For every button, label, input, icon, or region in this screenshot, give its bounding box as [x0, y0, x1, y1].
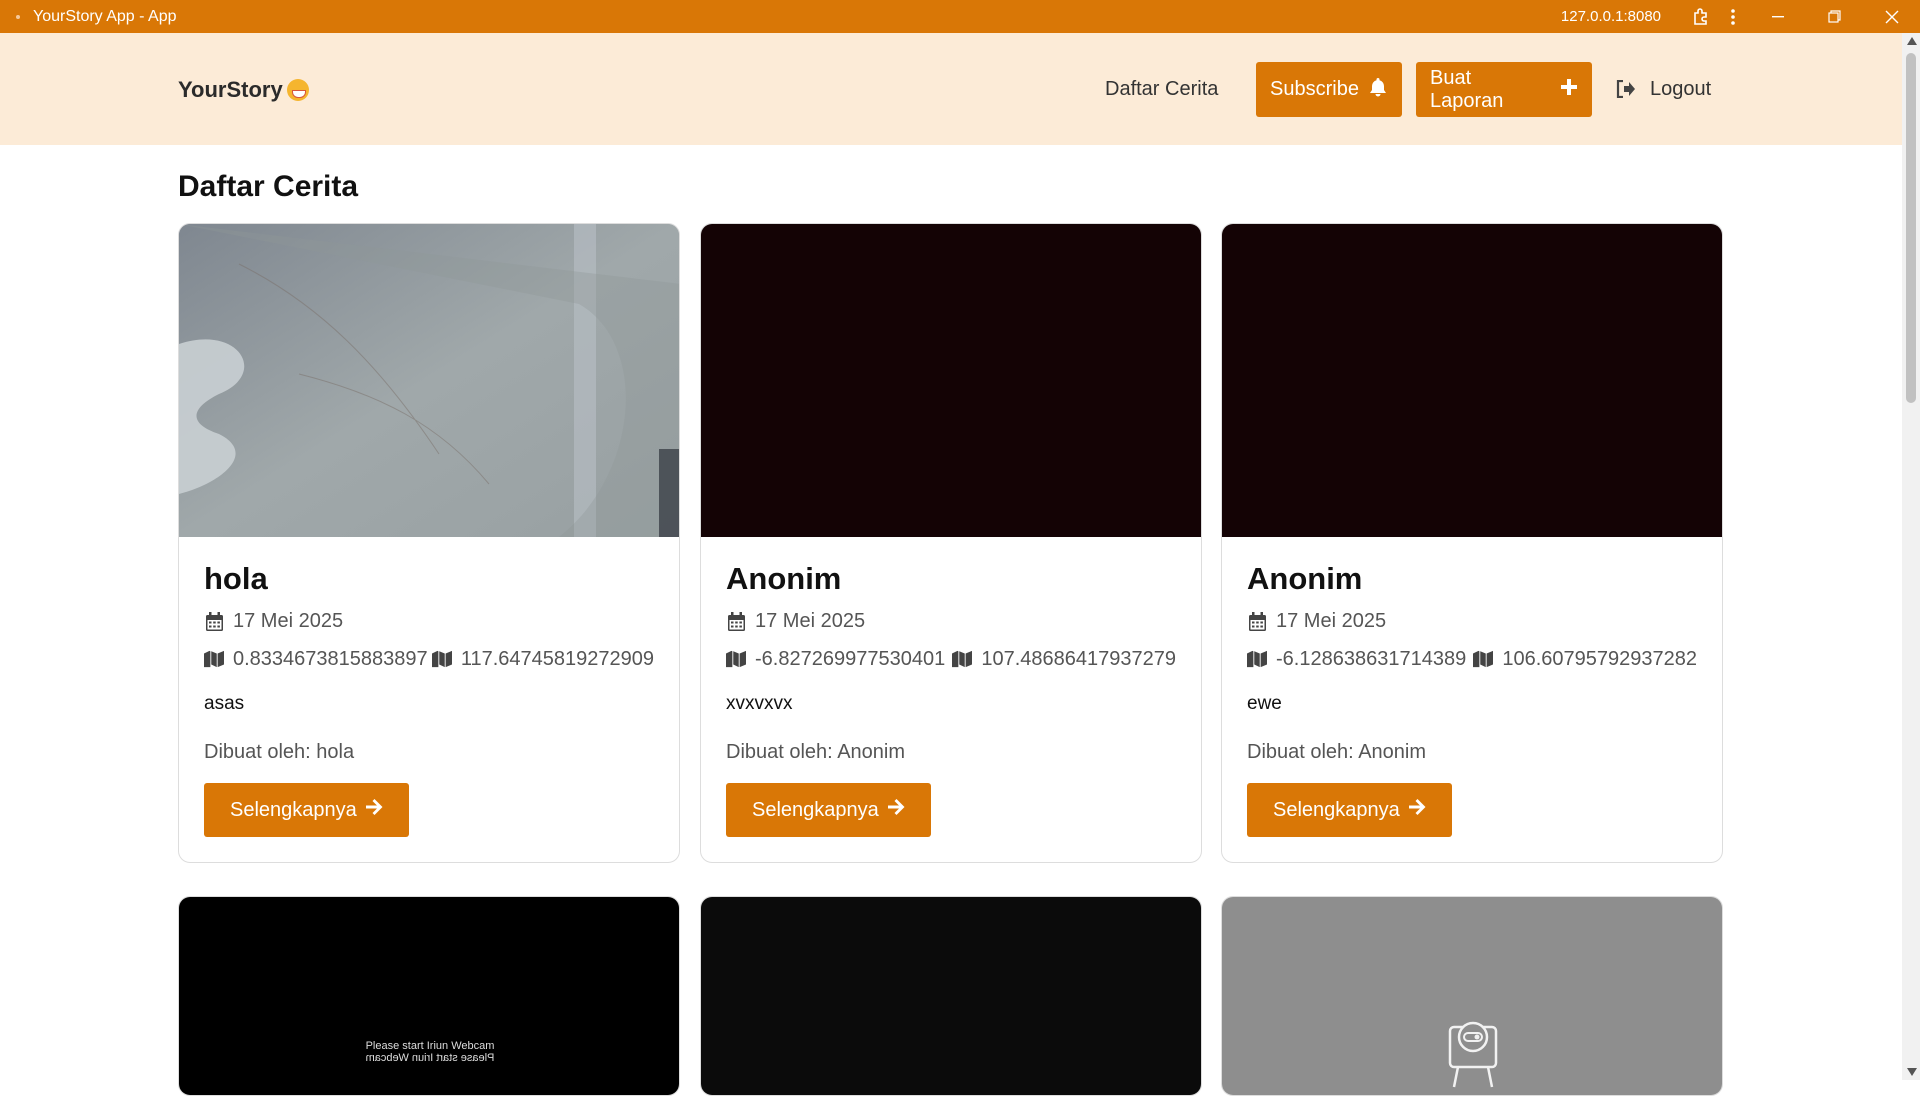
map-icon [204, 649, 224, 669]
longitude-text: 117.64745819272909 [460, 647, 654, 670]
navbar: YourStory Daftar Cerita Subscribe Buat L… [0, 33, 1902, 145]
story-location: 0.8334673815883897 117.64745819272909 [204, 645, 654, 673]
story-location: -6.128638631714389 106.60795792937282 [1247, 645, 1697, 673]
subscribe-button[interactable]: Subscribe [1256, 62, 1402, 117]
story-description: xvxvxvx [726, 693, 793, 714]
story-location: -6.827269977530401 107.48686417937279 [726, 645, 1176, 673]
longitude-text: 106.60795792937282 [1502, 647, 1697, 670]
restore-button[interactable] [1806, 0, 1863, 33]
story-image: Please start Iriun Webcam Please start I… [179, 897, 679, 1095]
map-icon [726, 649, 746, 669]
card-body: hola 17 Mei 2025 0.8334673815883897 117.… [179, 561, 679, 862]
map-icon [1247, 649, 1267, 669]
date-text: 17 Mei 2025 [233, 609, 344, 632]
story-author: Dibuat oleh: Anonim [726, 741, 906, 763]
story-card: hola 17 Mei 2025 0.8334673815883897 117.… [178, 223, 680, 863]
image-overlay-text-mirrored: Please start Iriun Webcam [365, 1052, 495, 1064]
brand-logo[interactable]: YourStory [178, 77, 309, 103]
latitude-text: -6.128638631714389 [1276, 647, 1467, 670]
selengkapnya-label: Selengkapnya [230, 798, 357, 821]
story-card: Anonim 17 Mei 2025 -6.128638631714389 10… [1221, 223, 1723, 863]
scrollbar-thumb[interactable] [1906, 53, 1916, 403]
date-text: 17 Mei 2025 [1276, 609, 1387, 632]
story-image [1222, 897, 1722, 1095]
page-title: Daftar Cerita [178, 170, 359, 203]
map-icon [952, 649, 973, 669]
brand-name: YourStory [178, 77, 283, 102]
latitude-text: -6.827269977530401 [755, 647, 946, 670]
map-icon [431, 649, 452, 669]
selengkapnya-label: Selengkapnya [1273, 798, 1400, 821]
arrow-right-icon [365, 798, 383, 822]
close-button[interactable] [1863, 0, 1920, 33]
story-card: Anonim 17 Mei 2025 -6.827269977530401 10… [700, 223, 1202, 863]
latitude-text: 0.8334673815883897 [233, 647, 428, 670]
selengkapnya-button[interactable]: Selengkapnya [726, 783, 931, 837]
story-card [1221, 896, 1723, 1096]
buat-laporan-label: Buat Laporan [1430, 66, 1504, 112]
card-body: Anonim 17 Mei 2025 -6.827269977530401 10… [701, 561, 1201, 862]
grin-emoji-icon [286, 79, 309, 101]
vertical-scrollbar[interactable] [1902, 33, 1920, 1080]
story-title: Anonim [1247, 561, 1363, 596]
story-image [701, 224, 1201, 537]
subscribe-label: Subscribe [1270, 78, 1359, 100]
longitude-text: 107.48686417937279 [981, 647, 1176, 670]
arrow-right-icon [1408, 798, 1426, 822]
minimize-button[interactable] [1749, 0, 1806, 33]
story-author: Dibuat oleh: Anonim [1247, 741, 1427, 763]
nav-daftar-cerita[interactable]: Daftar Cerita [1105, 73, 1218, 105]
story-image [701, 897, 1201, 1095]
scroll-down-icon[interactable] [1907, 1068, 1917, 1076]
story-card: Please start Iriun Webcam Please start I… [178, 896, 680, 1096]
story-date: 17 Mei 2025 [726, 607, 1176, 635]
image-overlay-text: Please start Iriun Webcam [365, 1040, 495, 1052]
plus-icon [1560, 78, 1578, 102]
logout-link[interactable]: Logout [1616, 73, 1711, 105]
story-date: 17 Mei 2025 [1247, 607, 1697, 635]
webcam-placeholder-icon [1448, 1021, 1498, 1088]
logout-label: Logout [1650, 77, 1712, 100]
window-titlebar: YourStory App - App 127.0.0.1:8080 [0, 0, 1920, 33]
story-description: asas [204, 693, 245, 714]
date-text: 17 Mei 2025 [755, 609, 866, 632]
story-image [179, 224, 679, 537]
selengkapnya-button[interactable]: Selengkapnya [1247, 783, 1452, 837]
story-description: ewe [1247, 693, 1282, 714]
story-image [1222, 224, 1722, 537]
map-icon [1473, 649, 1494, 669]
card-body: Anonim 17 Mei 2025 -6.128638631714389 10… [1222, 561, 1722, 862]
story-card [700, 896, 1202, 1096]
buat-laporan-button[interactable]: Buat Laporan [1416, 62, 1592, 117]
calendar-icon [726, 611, 746, 631]
story-title: Anonim [726, 561, 842, 596]
arrow-right-icon [887, 798, 905, 822]
logout-icon [1616, 80, 1636, 98]
bell-icon [1369, 77, 1387, 103]
selengkapnya-button[interactable]: Selengkapnya [204, 783, 409, 837]
url-display: 127.0.0.1:8080 [1560, 8, 1661, 25]
app-icon [16, 14, 20, 19]
calendar-icon [204, 611, 224, 631]
story-title: hola [204, 561, 268, 596]
titlebar-controls: 127.0.0.1:8080 [1561, 0, 1920, 33]
window-title: YourStory App - App [33, 7, 177, 25]
selengkapnya-label: Selengkapnya [752, 798, 879, 821]
story-author: Dibuat oleh: hola [204, 741, 355, 763]
menu-icon[interactable] [1717, 0, 1749, 33]
extensions-icon[interactable] [1685, 0, 1717, 33]
scroll-up-icon[interactable] [1907, 37, 1917, 45]
calendar-icon [1247, 611, 1267, 631]
story-date: 17 Mei 2025 [204, 607, 654, 635]
